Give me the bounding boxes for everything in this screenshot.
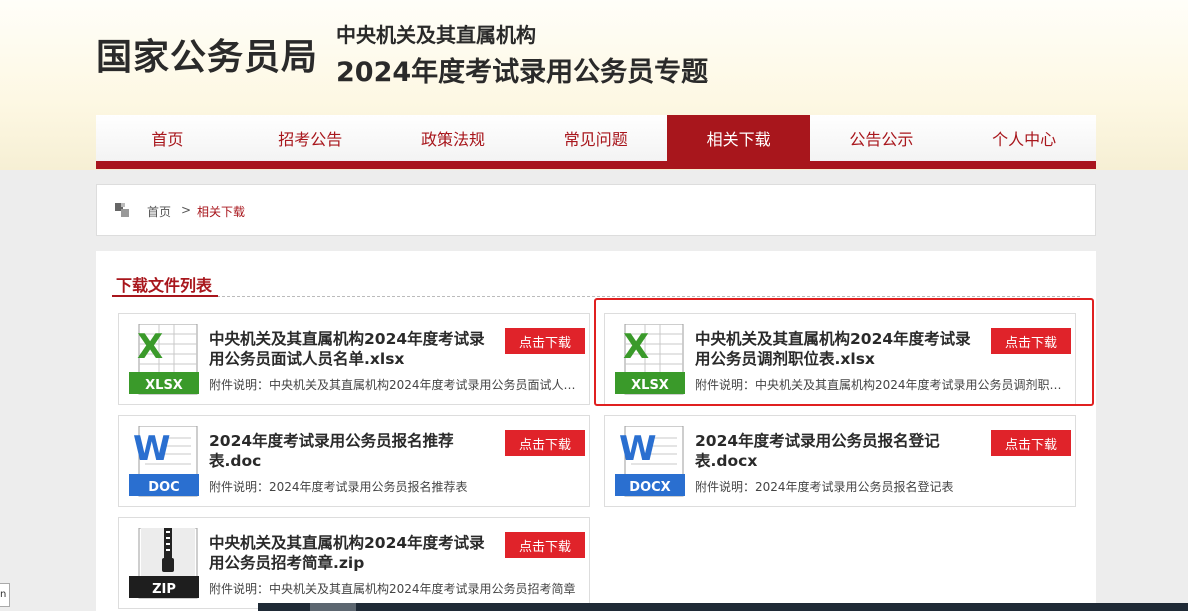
taskbar — [258, 603, 1188, 611]
file-name-link[interactable]: 中央机关及其直属机构2024年度考试录用公务员招考简章.zip — [209, 533, 499, 573]
svg-text:DOC: DOC — [148, 480, 179, 495]
file-card: W DOCX 2024年度考试录用公务员报名登记表.docx 附件说明：2024… — [604, 415, 1076, 507]
breadcrumb-separator: > — [181, 203, 192, 217]
nav-item-notices[interactable]: 公告公示 — [810, 115, 953, 161]
zip-file-icon: ZIP — [129, 527, 199, 600]
svg-text:W: W — [619, 429, 657, 469]
header-subtitle: 中央机关及其直属机构 — [336, 23, 536, 47]
svg-text:DOCX: DOCX — [629, 480, 670, 495]
download-button[interactable]: 点击下载 — [991, 430, 1071, 456]
nav-item-policies[interactable]: 政策法规 — [382, 115, 525, 161]
corner-tooltip: n — [0, 583, 10, 607]
main-nav: 首页 招考公告 政策法规 常见问题 相关下载 公告公示 个人中心 — [96, 115, 1096, 169]
file-description: 附件说明：中央机关及其直属机构2024年度考试录用公务员招考简章 — [209, 582, 576, 596]
breadcrumb: 首页 > 相关下载 — [96, 184, 1096, 236]
download-button[interactable]: 点击下载 — [505, 328, 585, 354]
list-title: 下载文件列表 — [116, 276, 213, 295]
word-file-icon: W DOC — [129, 425, 199, 498]
header-title: 2024年度考试录用公务员专题 — [336, 57, 709, 88]
svg-text:W: W — [133, 429, 171, 469]
file-description: 附件说明：2024年度考试录用公务员报名登记表 — [695, 480, 954, 494]
excel-file-icon: X XLSX — [129, 323, 199, 396]
file-description: 附件说明：2024年度考试录用公务员报名推荐表 — [209, 480, 468, 494]
taskbar-tab[interactable] — [310, 603, 356, 611]
breadcrumb-current[interactable]: 相关下载 — [197, 203, 245, 220]
highlight-frame — [594, 298, 1094, 406]
file-name-link[interactable]: 中央机关及其直属机构2024年度考试录用公务员面试人员名单.xlsx — [209, 329, 499, 369]
nav-item-home[interactable]: 首页 — [96, 115, 239, 161]
location-icon — [115, 203, 129, 217]
svg-text:ZIP: ZIP — [152, 582, 176, 597]
file-card: ZIP 中央机关及其直属机构2024年度考试录用公务员招考简章.zip 附件说明… — [118, 517, 590, 609]
file-card: X XLSX 中央机关及其直属机构2024年度考试录用公务员面试人员名单.xls… — [118, 313, 590, 405]
download-button[interactable]: 点击下载 — [505, 532, 585, 558]
title-underline — [112, 295, 218, 297]
nav-item-personal-center[interactable]: 个人中心 — [953, 115, 1096, 161]
file-description: 附件说明：中央机关及其直属机构2024年度考试录用公务员面试人员名单 — [209, 378, 579, 392]
svg-text:XLSX: XLSX — [145, 378, 183, 393]
download-button[interactable]: 点击下载 — [505, 430, 585, 456]
word-file-icon: W DOCX — [615, 425, 685, 498]
file-card: W DOC 2024年度考试录用公务员报名推荐表.doc 附件说明：2024年度… — [118, 415, 590, 507]
site-logo[interactable]: 国家公务员局 — [96, 28, 318, 80]
nav-item-announcements[interactable]: 招考公告 — [239, 115, 382, 161]
file-name-link[interactable]: 2024年度考试录用公务员报名登记表.docx — [695, 431, 985, 471]
nav-item-faq[interactable]: 常见问题 — [524, 115, 667, 161]
divider — [112, 296, 1080, 297]
svg-text:X: X — [137, 327, 163, 367]
file-name-link[interactable]: 2024年度考试录用公务员报名推荐表.doc — [209, 431, 499, 471]
nav-item-downloads[interactable]: 相关下载 — [667, 115, 810, 161]
breadcrumb-home-link[interactable]: 首页 — [147, 203, 171, 220]
